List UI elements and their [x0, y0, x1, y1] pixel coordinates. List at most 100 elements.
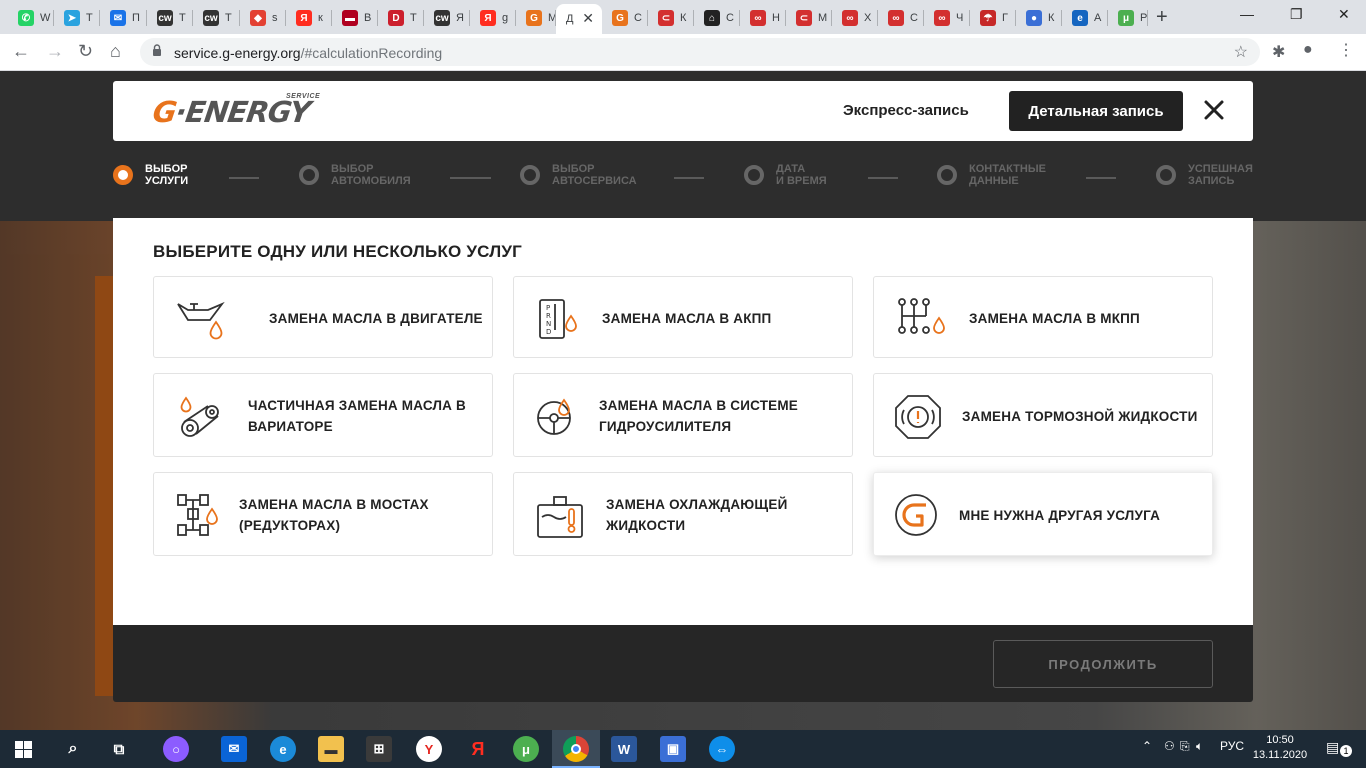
service-option[interactable]: ЗАМЕНА МАСЛА В МКПП [873, 276, 1213, 358]
new-tab-button[interactable]: + [1156, 6, 1168, 29]
address-bar[interactable]: service.g-energy.org/#calculationRecordi… [140, 38, 1260, 66]
express-booking-link[interactable]: Экспресс-запись [843, 102, 969, 119]
windows-start-icon[interactable] [15, 741, 32, 758]
service-option[interactable]: ЗАМЕНА ТОРМОЗНОЙ ЖИДКОСТИ [873, 373, 1213, 457]
volume-icon[interactable]: 🔈︎ [1196, 739, 1203, 754]
detailed-booking-button[interactable]: Детальная запись [1009, 91, 1183, 131]
profile-icon[interactable]: ● [1303, 41, 1313, 59]
tab-favicon-icon: ▬ [342, 10, 358, 26]
browser-tab[interactable]: μР [1108, 4, 1148, 32]
utorrent-icon[interactable]: μ [513, 736, 539, 762]
browser-tab[interactable]: Д ✕ [556, 4, 602, 34]
extensions-icon[interactable]: ✱ [1272, 42, 1285, 62]
step-connector [1086, 177, 1116, 179]
browser-tab[interactable]: ∞ Н [740, 4, 786, 32]
browser-tab[interactable]: GM [516, 4, 556, 32]
continue-button[interactable]: ПРОДОЛЖИТЬ [993, 640, 1213, 688]
yandex-icon[interactable]: Я [465, 736, 491, 762]
clock[interactable]: 10:50 13.11.2020 [1250, 733, 1310, 763]
service-option[interactable]: ЗАМЕНА ОХЛАЖДАЮЩЕЙ ЖИДКОСТИ [513, 472, 853, 556]
browser-tab[interactable]: ∞ Ч [924, 4, 970, 32]
tab-favicon-icon: ∞ [842, 10, 858, 26]
service-option[interactable]: ЧАСТИЧНАЯ ЗАМЕНА МАСЛА В ВАРИАТОРЕ [153, 373, 493, 457]
browser-tab[interactable]: ⊂ К [648, 4, 694, 32]
tab-favicon-icon: ∞ [934, 10, 950, 26]
language-indicator[interactable]: РУС [1220, 739, 1244, 753]
tab-favicon-icon: cw [157, 10, 173, 26]
alice-icon[interactable]: ○ [163, 736, 189, 762]
browser-tab[interactable]: ▬ В [332, 4, 378, 32]
yandex-browser-icon[interactable]: Y [416, 736, 442, 762]
browser-tab[interactable]: GС [602, 4, 648, 32]
tab-title: Т [410, 12, 417, 24]
tab-close-icon[interactable]: ✕ [582, 10, 594, 27]
browser-tab[interactable]: ∞ Х [832, 4, 878, 32]
browser-tab[interactable]: ∞ С [878, 4, 924, 32]
tab-favicon-icon: cw [203, 10, 219, 26]
close-icon[interactable] [1203, 99, 1225, 121]
word-icon[interactable]: W [611, 736, 637, 762]
tray-chevron-icon[interactable]: ⌃ [1142, 739, 1152, 753]
g-energy-logo[interactable]: G·ENERGY SERVICE [151, 93, 343, 129]
browser-tab[interactable]: Яg [470, 4, 516, 32]
card-footer: ПРОДОЛЖИТЬ [113, 625, 1253, 702]
edge-icon[interactable]: e [270, 736, 296, 762]
people-icon[interactable]: ⚇ [1164, 739, 1175, 753]
tab-favicon-icon: G [526, 10, 542, 26]
store-icon[interactable]: ⊞ [366, 736, 392, 762]
browser-tab[interactable]: ✆ W [8, 4, 54, 32]
browser-tab[interactable]: Як [286, 4, 332, 32]
service-option[interactable]: МНЕ НУЖНА ДРУГАЯ УСЛУГА [873, 472, 1213, 556]
browser-tab[interactable]: ● К [1016, 4, 1062, 32]
network-icon[interactable]: ⎘ [1180, 739, 1190, 754]
tab-favicon-icon: ➤ [64, 10, 80, 26]
service-option[interactable]: ЗАМЕНА МАСЛА В МОСТАХ (РЕДУКТОРАХ) [153, 472, 493, 556]
browser-tab[interactable]: ⌂ С [694, 4, 740, 32]
home-icon[interactable]: ⌂ [110, 41, 121, 62]
tab-favicon-icon: e [1072, 10, 1088, 26]
browser-tab[interactable]: ✉ П [100, 4, 147, 32]
browser-tab[interactable]: ➤ Т [54, 4, 100, 32]
tab-favicon-icon: ✉ [110, 10, 126, 26]
browser-tab[interactable]: eА [1062, 4, 1108, 32]
service-option-label: ЧАСТИЧНАЯ ЗАМЕНА МАСЛА В ВАРИАТОРЕ [248, 398, 466, 434]
service-option[interactable]: ЗАМЕНА МАСЛА В СИСТЕМЕ ГИДРОУСИЛИТЕЛЯ [513, 373, 853, 457]
variator-belt-icon [174, 392, 228, 440]
tab-title: С [726, 12, 734, 24]
browser-tab[interactable]: cw Я [424, 4, 470, 32]
browser-tab[interactable]: cw Т [193, 4, 240, 32]
back-icon[interactable]: ← [12, 41, 30, 62]
browser-tab[interactable]: ⊂ М [786, 4, 832, 32]
reload-icon[interactable]: ↻ [78, 41, 93, 62]
page: G·ENERGY SERVICE Экспресс-запись Детальн… [0, 71, 1366, 730]
mail-icon[interactable]: ✉ [221, 736, 247, 762]
teamviewer-icon[interactable]: ⇔ [709, 736, 735, 762]
maximize-icon[interactable]: ❐ [1290, 6, 1303, 23]
bookmark-star-icon[interactable]: ☆ [1234, 42, 1248, 62]
tab-title: С [634, 12, 642, 24]
remote-desktop-icon[interactable]: ▣ [660, 736, 686, 762]
tab-title: W [40, 12, 51, 24]
service-option[interactable]: ЗАМЕНА МАСЛА В ДВИГАТЕЛЕ [153, 276, 493, 358]
close-window-icon[interactable]: ✕ [1338, 6, 1350, 23]
forward-icon[interactable]: → [46, 41, 64, 62]
browser-tab[interactable]: ☂ Г [970, 4, 1016, 32]
chrome-icon[interactable] [563, 736, 589, 762]
browser-tab[interactable]: ◆ s [240, 4, 286, 32]
svg-text:R: R [546, 312, 551, 320]
tab-favicon-icon: ⌂ [704, 10, 720, 26]
menu-icon[interactable]: ⋮ [1338, 40, 1354, 60]
task-view-icon[interactable]: ⧉ [106, 736, 132, 762]
service-option-label: ЗАМЕНА ОХЛАЖДАЮЩЕЙ ЖИДКОСТИ [606, 497, 788, 533]
service-option[interactable]: P R N D ЗАМЕНА МАСЛА В АКПП [513, 276, 853, 358]
search-icon[interactable]: ⌕ [60, 736, 86, 762]
notifications-icon[interactable]: ▤ [1326, 739, 1339, 756]
booking-step: ВЫБОР АВТОМОБИЛЯ [299, 163, 441, 187]
tab-title: Я [456, 12, 464, 24]
tab-title: Н [772, 12, 780, 24]
file-explorer-icon[interactable]: ▬ [318, 736, 344, 762]
browser-tab[interactable]: DТ [378, 4, 424, 32]
minimize-icon[interactable]: — [1240, 6, 1254, 22]
browser-tab[interactable]: cw Т [147, 4, 193, 32]
tab-title: Т [86, 12, 93, 24]
